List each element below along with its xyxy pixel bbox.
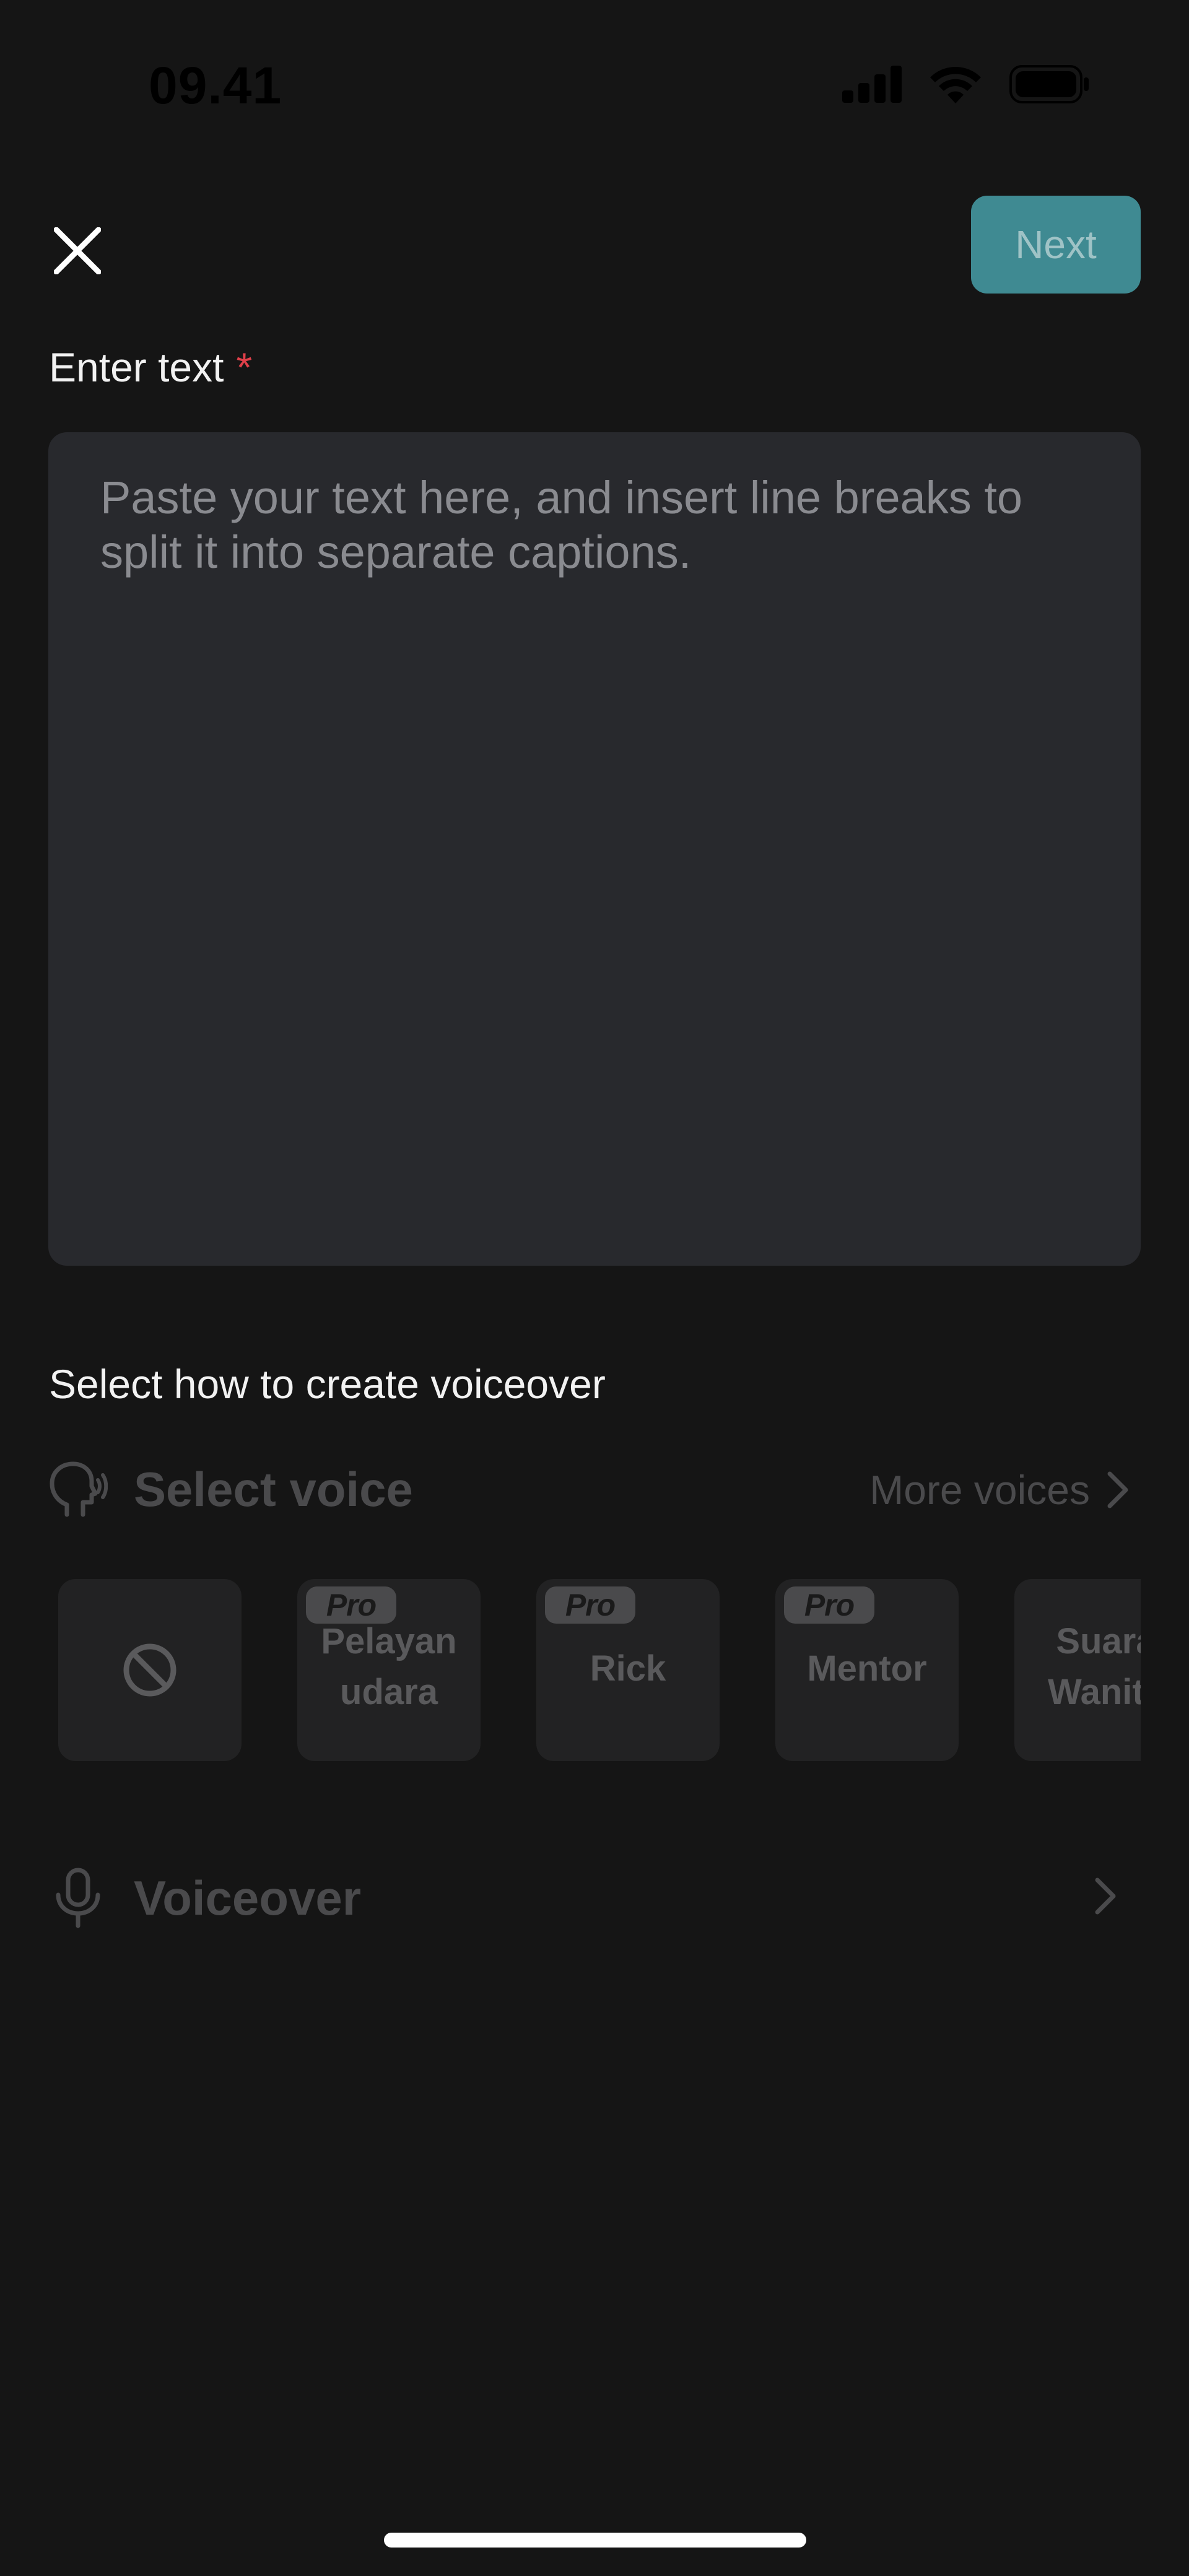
- select-voice-label: Select voice: [134, 1462, 413, 1516]
- enter-text-label: Enter text *: [49, 344, 252, 391]
- voice-card-label-line2: Wanita: [1048, 1672, 1141, 1712]
- voice-card-rick[interactable]: Pro Rick: [536, 1579, 720, 1761]
- voiceover-label: Voiceover: [134, 1871, 362, 1925]
- voice-card-label-line1: Pelayan: [321, 1621, 457, 1661]
- next-button[interactable]: Next: [971, 196, 1141, 294]
- voiceover-row[interactable]: Voiceover: [48, 1864, 1141, 1932]
- voice-card-label: Rick: [590, 1648, 666, 1689]
- microphone-icon: [56, 1868, 100, 1928]
- status-time: 09.41: [149, 56, 282, 115]
- pro-badge: Pro: [545, 1586, 635, 1624]
- status-bar: 09.41: [0, 0, 1189, 149]
- more-voices-label: More voices: [869, 1467, 1090, 1513]
- voice-card-list[interactable]: Pro Pelayan udara Pro Rick Pro Mentor Su…: [58, 1579, 1141, 1762]
- enter-text-label-text: Enter text: [49, 344, 224, 390]
- chevron-right-icon: [1095, 1878, 1116, 1915]
- status-icons: [842, 65, 1090, 103]
- wifi-icon: [930, 67, 981, 103]
- more-voices-link[interactable]: More voices: [869, 1466, 1128, 1513]
- select-voice-row: Select voice More voices: [48, 1455, 1141, 1523]
- voice-card-none[interactable]: [58, 1579, 242, 1761]
- chevron-right-icon: [1107, 1471, 1128, 1508]
- battery-icon: [1009, 65, 1089, 103]
- home-indicator[interactable]: [384, 2533, 806, 2548]
- voice-card-suara-wanita[interactable]: Suara Wanita: [1014, 1579, 1141, 1761]
- pro-badge: Pro: [784, 1586, 874, 1624]
- voice-card-label: Suara Wanita: [1014, 1616, 1141, 1718]
- caption-text-input[interactable]: [48, 432, 1141, 1266]
- close-icon: [54, 227, 101, 274]
- voice-card-mentor[interactable]: Pro Mentor: [775, 1579, 959, 1761]
- voice-card-pelayan-udara[interactable]: Pro Pelayan udara: [297, 1579, 481, 1761]
- voiceover-section-label: Select how to create voiceover: [49, 1361, 606, 1407]
- voice-card-label: Mentor: [807, 1648, 927, 1689]
- voice-card-label: Pelayan udara: [297, 1616, 481, 1718]
- voice-card-label-line2: udara: [340, 1672, 438, 1712]
- required-mark: *: [236, 344, 253, 390]
- close-button[interactable]: [43, 217, 111, 285]
- speaking-head-icon: [50, 1461, 108, 1517]
- voice-card-label-line1: Suara: [1056, 1621, 1141, 1661]
- no-voice-icon: [123, 1643, 176, 1697]
- cellular-signal-icon: [842, 66, 902, 103]
